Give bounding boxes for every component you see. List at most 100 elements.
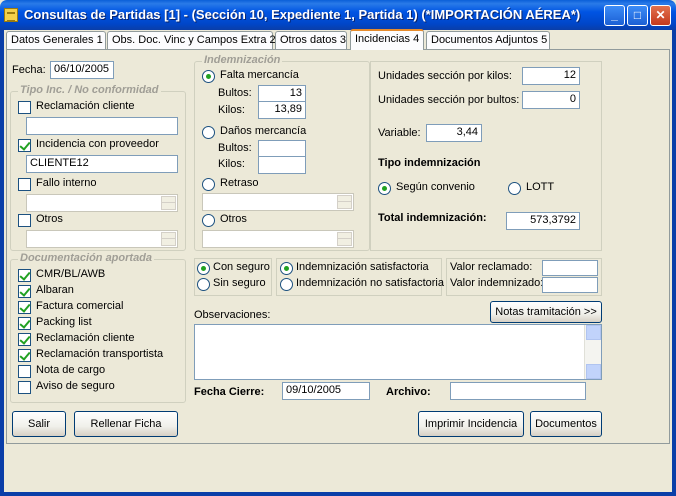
documentacion-item-label: Reclamación transportista [36,348,164,360]
reclamacion-cliente-input[interactable] [26,117,178,135]
incidencia-proveedor-input[interactable]: CLIENTE12 [26,155,178,173]
fallo-interno-input[interactable] [26,194,178,212]
observaciones-textarea[interactable] [194,324,602,380]
valor-indemnizado-input[interactable] [542,277,598,293]
indemnizacion-title: Indemnización [202,54,283,66]
sin-seguro-radio[interactable] [197,278,210,291]
documentacion-item[interactable]: Albaran [18,284,178,300]
tab-datos-generales[interactable]: Datos Generales 1 [6,31,106,49]
con-seguro-label: Con seguro [213,261,270,273]
retraso-input[interactable] [202,193,354,211]
documentacion-item[interactable]: Packing list [18,316,178,332]
documentacion-checkbox[interactable] [18,333,31,346]
reclamacion-cliente-checkbox[interactable] [18,101,31,114]
unidades-kilos-label: Unidades sección por kilos: [378,70,512,82]
total-indemnizacion-input[interactable]: 573,3792 [506,212,580,230]
indem-otros-radio[interactable] [202,214,215,227]
documentacion-item-label: Factura comercial [36,300,124,312]
documentacion-item[interactable]: CMR/BL/AWB [18,268,178,284]
documentacion-item[interactable]: Reclamación cliente [18,332,178,348]
documentos-button[interactable]: Documentos [530,411,602,437]
lott-radio[interactable] [508,182,521,195]
variable-label: Variable: [378,127,421,139]
tab-otros-datos[interactable]: Otros datos 3 [275,31,347,49]
notas-tramitacion-button[interactable]: Notas tramitación >> [490,301,602,323]
documentacion-checkbox[interactable] [18,317,31,330]
danos-bultos-label: Bultos: [218,142,252,154]
danos-mercancia-radio[interactable] [202,126,215,139]
danos-kilos-input[interactable] [258,156,306,174]
spin-down-icon[interactable] [161,202,176,210]
con-seguro-radio[interactable] [197,262,210,275]
maximize-button[interactable]: □ [627,5,648,26]
otros-input[interactable] [26,230,178,248]
documentacion-title: Documentación aportada [18,252,155,264]
documentacion-checkbox[interactable] [18,301,31,314]
documentacion-item[interactable]: Reclamación transportista [18,348,178,364]
fallo-interno-checkbox[interactable] [18,178,31,191]
close-button[interactable]: ✕ [650,5,671,26]
scroll-up-arrow-icon[interactable] [586,325,601,340]
documentacion-item[interactable]: Aviso de seguro [18,380,178,396]
documentacion-item-label: CMR/BL/AWB [36,268,106,280]
segun-convenio-label: Según convenio [396,181,475,193]
documentacion-checkbox[interactable] [18,381,31,394]
app-icon [4,8,18,22]
spin-down-icon[interactable] [161,238,176,246]
documentacion-checkbox[interactable] [18,365,31,378]
falta-mercancia-radio[interactable] [202,70,215,83]
otros-checkbox[interactable] [18,214,31,227]
spin-down-icon[interactable] [337,238,352,246]
documentacion-checkbox[interactable] [18,269,31,282]
fecha-cierre-label: Fecha Cierre: [194,386,265,398]
documentacion-item-label: Aviso de seguro [36,380,115,392]
valor-indemnizado-label: Valor indemnizado: [450,277,544,289]
documentacion-item[interactable]: Nota de cargo [18,364,178,380]
archivo-label: Archivo: [386,386,431,398]
falta-kilos-label: Kilos: [218,104,245,116]
minimize-button[interactable]: _ [604,5,625,26]
window-title: Consultas de Partidas [1] - (Sección 10,… [24,7,581,22]
satisfactoria-label: Indemnización satisfactoria [296,261,429,273]
documentacion-item-label: Packing list [36,316,92,328]
incidencia-proveedor-checkbox[interactable] [18,139,31,152]
segun-convenio-radio[interactable] [378,182,391,195]
unidades-kilos-input[interactable]: 12 [522,67,580,85]
rellenar-ficha-button[interactable]: Rellenar Ficha [74,411,178,437]
no-satisfactoria-radio[interactable] [280,278,293,291]
imprimir-incidencia-button[interactable]: Imprimir Incidencia [418,411,524,437]
documentacion-item[interactable]: Factura comercial [18,300,178,316]
incidencia-proveedor-label: Incidencia con proveedor [36,138,159,150]
tab-incidencias[interactable]: Incidencias 4 [350,29,424,50]
documentacion-checkbox[interactable] [18,285,31,298]
variable-input[interactable]: 3,44 [426,124,482,142]
falta-kilos-input[interactable]: 13,89 [258,101,306,119]
retraso-label: Retraso [220,177,259,189]
fecha-label: Fecha: [12,64,46,76]
fecha-cierre-input[interactable]: 09/10/2005 [282,382,370,400]
sin-seguro-label: Sin seguro [213,277,266,289]
archivo-input[interactable] [450,382,586,400]
indem-otros-input[interactable] [202,230,354,248]
tab-documentos-adjuntos[interactable]: Documentos Adjuntos 5 [426,31,550,49]
tipo-indemnizacion-label: Tipo indemnización [378,157,481,169]
valor-reclamado-label: Valor reclamado: [450,261,533,273]
lott-label: LOTT [526,181,555,193]
valor-reclamado-input[interactable] [542,260,598,276]
unidades-bultos-input[interactable]: 0 [522,91,580,109]
documentacion-item-label: Reclamación cliente [36,332,135,344]
satisfactoria-radio[interactable] [280,262,293,275]
fecha-input[interactable]: 06/10/2005 [50,61,114,79]
salir-button[interactable]: Salir [12,411,66,437]
documentacion-item-label: Nota de cargo [36,364,106,376]
retraso-radio[interactable] [202,178,215,191]
documentacion-checkbox[interactable] [18,349,31,362]
indem-otros-label: Otros [220,213,247,225]
spin-down-icon[interactable] [337,201,352,209]
documentacion-list: CMR/BL/AWB Albaran Factura comercial Packin… [18,268,178,396]
tab-obs-doc[interactable]: Obs. Doc. Vinc y Campos Extra 2 [107,31,276,49]
unidades-bultos-label: Unidades sección por bultos: [378,94,520,106]
scroll-down-arrow-icon[interactable] [586,364,601,379]
observaciones-scrollbar[interactable] [584,325,601,379]
no-satisfactoria-label: Indemnización no satisfactoria [296,277,444,289]
